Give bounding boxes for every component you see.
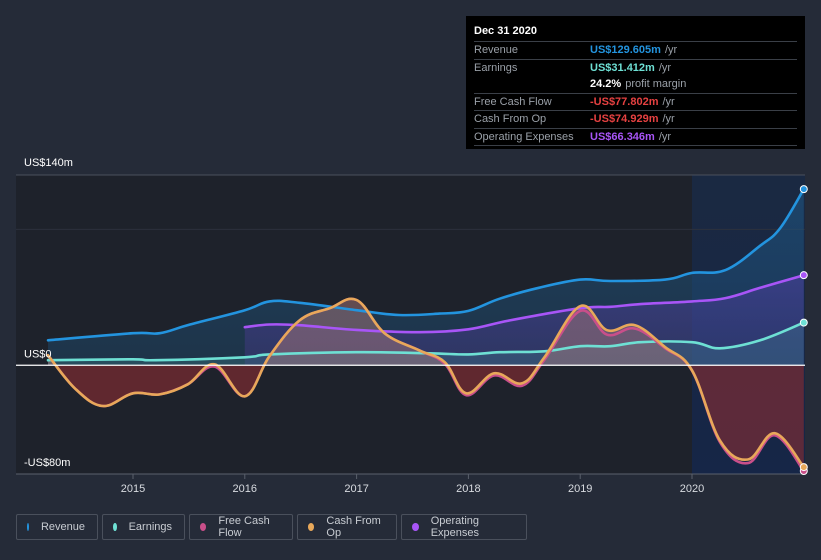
legend-item-revenue[interactable]: Revenue bbox=[16, 514, 98, 540]
tooltip-row-earnings: Earnings US$31.412m /yr bbox=[474, 60, 797, 77]
tooltip-value: -US$74.929m bbox=[590, 113, 659, 125]
tooltip-date: Dec 31 2020 bbox=[474, 22, 797, 42]
tooltip-label bbox=[474, 76, 590, 93]
legend-label: Free Cash Flow bbox=[218, 515, 270, 539]
legend-label: Earnings bbox=[128, 521, 172, 533]
tooltip-label: Revenue bbox=[474, 44, 519, 56]
tooltip-row-cash-from-op: Cash From Op -US$74.929m /yr bbox=[474, 111, 797, 129]
legend-item-operating-expenses[interactable]: Operating Expenses bbox=[401, 514, 527, 540]
tooltip-unit: /yr bbox=[658, 61, 672, 74]
y-axis-label: -US$80m bbox=[24, 457, 70, 469]
legend-label: Operating Expenses bbox=[430, 515, 479, 539]
tooltip-value: US$66.346m bbox=[590, 130, 655, 143]
tooltip-value: US$129.605m bbox=[590, 44, 661, 56]
earnings-dot-icon bbox=[113, 523, 117, 531]
tooltip-row-free-cash-flow: Free Cash Flow -US$77.802m /yr bbox=[474, 94, 797, 111]
tooltip-unit: profit margin bbox=[625, 78, 687, 90]
revenue-dot-icon bbox=[27, 523, 29, 531]
tooltip-label: Earnings bbox=[474, 61, 518, 74]
tooltip-row-operating-expenses: Operating Expenses US$66.346m /yr bbox=[474, 129, 797, 146]
tooltip-unit: /yr bbox=[662, 95, 675, 108]
legend-item-free-cash-flow[interactable]: Free Cash Flow bbox=[189, 514, 293, 540]
legend-label: Cash From Op bbox=[326, 515, 381, 539]
tooltip-unit: /yr bbox=[662, 113, 675, 125]
tooltip-row-profit-margin: 24.2% profit margin bbox=[474, 76, 797, 94]
y-axis-label: US$0 bbox=[24, 348, 52, 360]
tooltip-value: 24.2% bbox=[590, 78, 622, 90]
tooltip-panel: Dec 31 2020 Revenue US$129.605m /yr Earn… bbox=[466, 16, 805, 149]
cash-from-op-endpoint bbox=[799, 463, 808, 472]
legend-label: Revenue bbox=[40, 521, 85, 533]
tooltip-label: Free Cash Flow bbox=[474, 95, 552, 108]
tooltip-value: US$31.412m bbox=[590, 61, 655, 74]
x-tick-label: 2015 bbox=[121, 483, 145, 495]
legend-item-cash-from-op[interactable]: Cash From Op bbox=[297, 514, 397, 540]
free-cash-flow-dot-icon bbox=[200, 523, 207, 531]
legend-item-earnings[interactable]: Earnings bbox=[102, 514, 185, 540]
tooltip-row-revenue: Revenue US$129.605m /yr bbox=[474, 42, 797, 60]
tooltip-label: Operating Expenses bbox=[474, 130, 574, 143]
earnings-endpoint bbox=[799, 318, 808, 327]
x-tick-label: 2016 bbox=[233, 483, 257, 495]
y-axis-label: US$140m bbox=[24, 157, 73, 169]
operating-expenses-endpoint bbox=[799, 271, 808, 280]
tooltip-value: -US$77.802m bbox=[590, 95, 659, 108]
x-tick-label: 2020 bbox=[680, 483, 704, 495]
x-tick-label: 2018 bbox=[456, 483, 480, 495]
tooltip-unit: /yr bbox=[664, 44, 678, 56]
x-tick-label: 2017 bbox=[344, 483, 368, 495]
tooltip-label: Cash From Op bbox=[474, 113, 547, 125]
cash-from-op-dot-icon bbox=[308, 523, 315, 531]
x-tick-label: 2019 bbox=[568, 483, 592, 495]
tooltip-unit: /yr bbox=[658, 130, 672, 143]
revenue-endpoint bbox=[799, 185, 808, 194]
operating-expenses-dot-icon bbox=[412, 523, 419, 531]
legend: Revenue Earnings Free Cash Flow Cash Fro… bbox=[16, 514, 527, 540]
